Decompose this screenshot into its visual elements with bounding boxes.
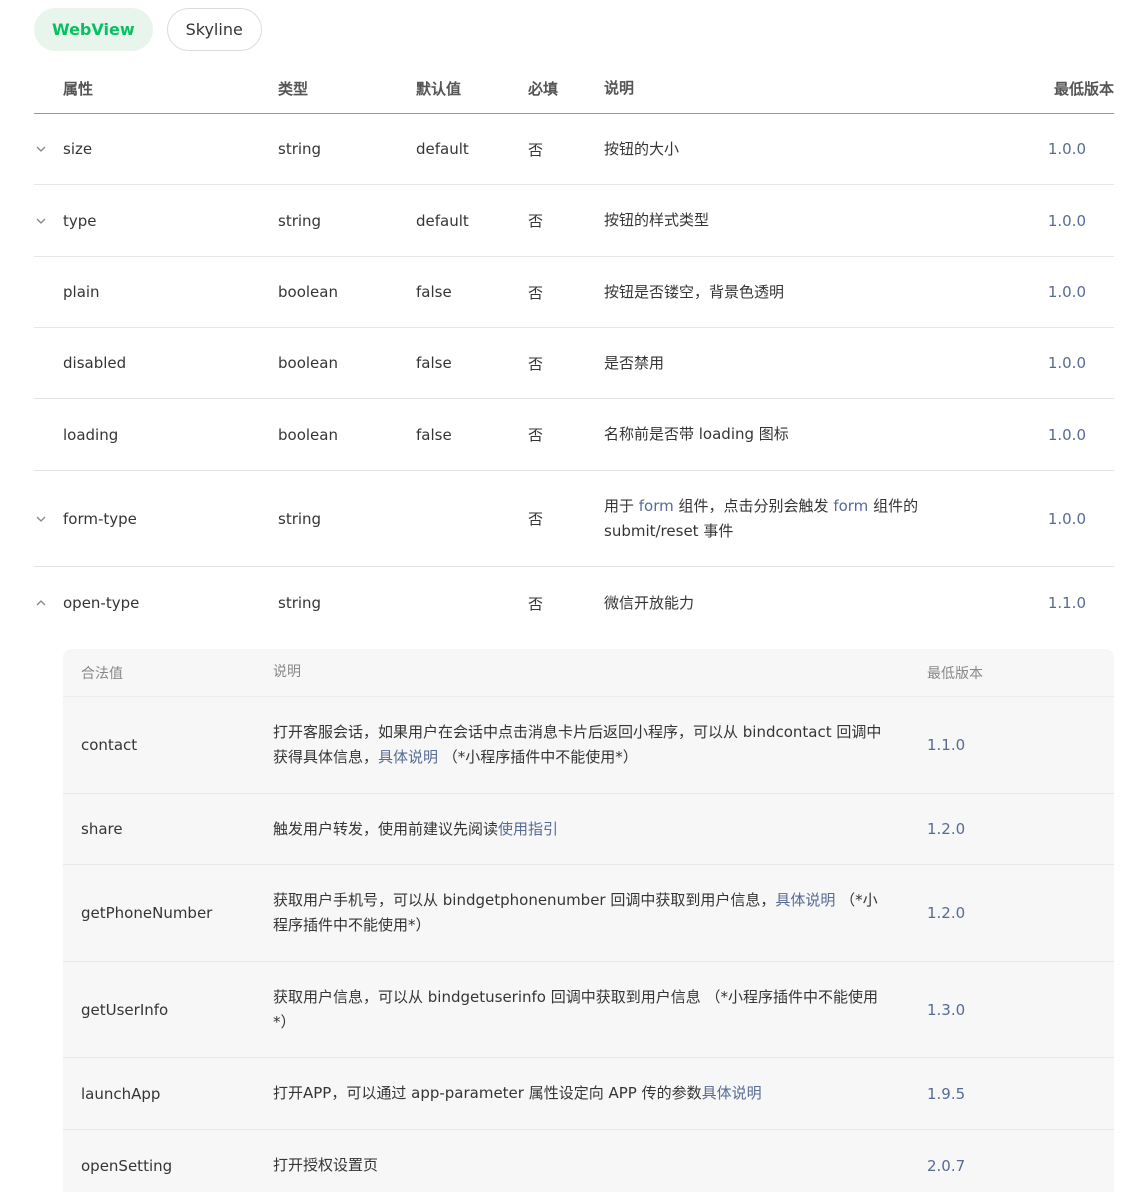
prop-required: 否 <box>528 283 544 302</box>
header-type: 类型 <box>278 80 309 98</box>
header-required: 必填 <box>528 80 559 98</box>
prop-default: false <box>416 425 452 444</box>
value-desc: 打开授权设置页 <box>273 1156 379 1174</box>
table-row[interactable]: size string default 否 按钮的大小 1.0.0 <box>34 114 1114 185</box>
value-desc: 打开APP，可以通过 app-parameter 属性设定向 APP 传的参数具… <box>273 1084 762 1102</box>
value-desc: 获取用户信息，可以从 bindgetuserinfo 回调中获取到用户信息 （*… <box>273 987 879 1031</box>
list-item: openSetting 打开授权设置页 2.0.7 <box>63 1130 1114 1192</box>
prop-default: false <box>416 283 452 301</box>
prop-type: boolean <box>278 354 338 372</box>
prop-desc: 按钮是否镂空，背景色透明 <box>604 282 785 301</box>
detail-link[interactable]: 具体说明 <box>775 891 835 909</box>
prop-required: 否 <box>528 354 544 373</box>
list-item: contact 打开客服会话，如果用户在会话中点击消息卡片后返回小程序，可以从 … <box>63 697 1114 794</box>
list-item: share 触发用户转发，使用前建议先阅读使用指引 1.2.0 <box>63 794 1114 865</box>
value-name: share <box>81 820 123 838</box>
guide-link[interactable]: 使用指引 <box>498 820 558 838</box>
prop-required: 否 <box>528 426 544 444</box>
properties-table: 属性 类型 默认值 必填 说明 最低版本 size string default… <box>34 64 1114 639</box>
value-version: 1.1.0 <box>927 736 966 754</box>
prop-desc: 按钮的样式类型 <box>604 211 710 229</box>
prop-type: string <box>278 509 322 528</box>
prop-version: 1.0.0 <box>1047 140 1086 158</box>
list-item: launchApp 打开APP，可以通过 app-parameter 属性设定向… <box>63 1058 1114 1130</box>
value-name: getUserInfo <box>81 1000 169 1019</box>
form-link[interactable]: form <box>833 497 868 515</box>
value-version: 1.9.5 <box>927 1084 966 1103</box>
table-row[interactable]: form-type string 否 用于 form 组件，点击分别会触发 fo… <box>34 471 1114 567</box>
value-name: contact <box>81 736 138 754</box>
header-version: 最低版本 <box>1053 80 1114 98</box>
prop-name: open-type <box>34 594 278 612</box>
subheader-value: 合法值 <box>81 665 123 682</box>
value-version: 1.3.0 <box>927 1000 966 1019</box>
table-row: loading boolean false 否 名称前是否带 loading 图… <box>34 399 1114 471</box>
prop-version: 1.0.0 <box>1047 283 1086 301</box>
prop-type: string <box>278 140 322 158</box>
prop-desc: 是否禁用 <box>604 353 665 372</box>
value-name: launchApp <box>81 1084 161 1103</box>
prop-type: string <box>278 594 322 612</box>
subtable-header: 合法值 说明 最低版本 <box>63 649 1114 697</box>
prop-required: 否 <box>528 510 544 528</box>
detail-link[interactable]: 具体说明 <box>702 1084 762 1102</box>
value-desc: 获取用户手机号，可以从 bindgetphonenumber 回调中获取到用户信… <box>273 891 878 934</box>
value-version: 1.2.0 <box>927 904 966 922</box>
renderer-tabs: WebView Skyline <box>34 8 262 51</box>
value-name: getPhoneNumber <box>81 904 213 922</box>
prop-desc: 微信开放能力 <box>604 593 695 612</box>
header-name: 属性 <box>63 80 94 98</box>
prop-name: form-type <box>34 510 278 528</box>
value-version: 1.2.0 <box>927 820 966 838</box>
tab-webview[interactable]: WebView <box>34 8 153 51</box>
table-row[interactable]: type string default 否 按钮的样式类型 1.0.0 <box>34 185 1114 257</box>
detail-link[interactable]: 具体说明 <box>378 748 438 766</box>
chevron-down-icon[interactable] <box>34 512 48 526</box>
value-version: 2.0.7 <box>927 1156 966 1175</box>
chevron-up-icon[interactable] <box>34 596 48 610</box>
prop-default: default <box>416 211 469 230</box>
prop-name: type <box>34 212 278 230</box>
prop-name: plain <box>63 283 100 301</box>
header-default: 默认值 <box>416 80 462 98</box>
prop-version: 1.0.0 <box>1047 211 1086 230</box>
prop-version: 1.1.0 <box>1047 594 1086 612</box>
prop-desc: 按钮的大小 <box>604 139 680 158</box>
tab-skyline[interactable]: Skyline <box>166 8 262 51</box>
prop-required: 否 <box>528 140 544 159</box>
prop-required: 否 <box>528 212 544 230</box>
value-name: openSetting <box>81 1156 173 1175</box>
prop-version: 1.0.0 <box>1047 425 1086 444</box>
prop-version: 1.0.0 <box>1047 354 1086 372</box>
prop-type: boolean <box>278 425 338 444</box>
prop-default: false <box>416 354 452 372</box>
list-item: getUserInfo 获取用户信息，可以从 bindgetuserinfo 回… <box>63 962 1114 1058</box>
subheader-version: 最低版本 <box>927 665 983 682</box>
subheader-desc: 说明 <box>273 664 301 680</box>
list-item: getPhoneNumber 获取用户手机号，可以从 bindgetphonen… <box>63 865 1114 962</box>
chevron-down-icon[interactable] <box>34 142 48 156</box>
prop-type: boolean <box>278 283 338 301</box>
prop-desc: 用于 form 组件，点击分别会触发 form 组件的 submit/reset… <box>604 496 919 540</box>
prop-name: loading <box>63 425 119 444</box>
header-desc: 说明 <box>604 79 635 97</box>
form-link[interactable]: form <box>639 497 674 515</box>
table-row: plain boolean false 否 按钮是否镂空，背景色透明 1.0.0 <box>34 257 1114 328</box>
prop-required: 否 <box>528 594 544 613</box>
table-header: 属性 类型 默认值 必填 说明 最低版本 <box>34 64 1114 114</box>
prop-desc: 名称前是否带 loading 图标 <box>604 425 789 443</box>
value-desc: 触发用户转发，使用前建议先阅读使用指引 <box>273 819 559 838</box>
prop-default: default <box>416 140 469 158</box>
open-type-values-table: 合法值 说明 最低版本 contact 打开客服会话，如果用户在会话中点击消息卡… <box>63 649 1114 1192</box>
table-row: disabled boolean false 否 是否禁用 1.0.0 <box>34 328 1114 399</box>
chevron-down-icon[interactable] <box>34 214 48 228</box>
table-row[interactable]: open-type string 否 微信开放能力 1.1.0 <box>34 567 1114 639</box>
prop-version: 1.0.0 <box>1047 509 1086 528</box>
value-desc: 打开客服会话，如果用户在会话中点击消息卡片后返回小程序，可以从 bindcont… <box>273 723 882 766</box>
prop-name: size <box>34 140 278 158</box>
prop-type: string <box>278 211 322 230</box>
prop-name: disabled <box>63 354 127 372</box>
